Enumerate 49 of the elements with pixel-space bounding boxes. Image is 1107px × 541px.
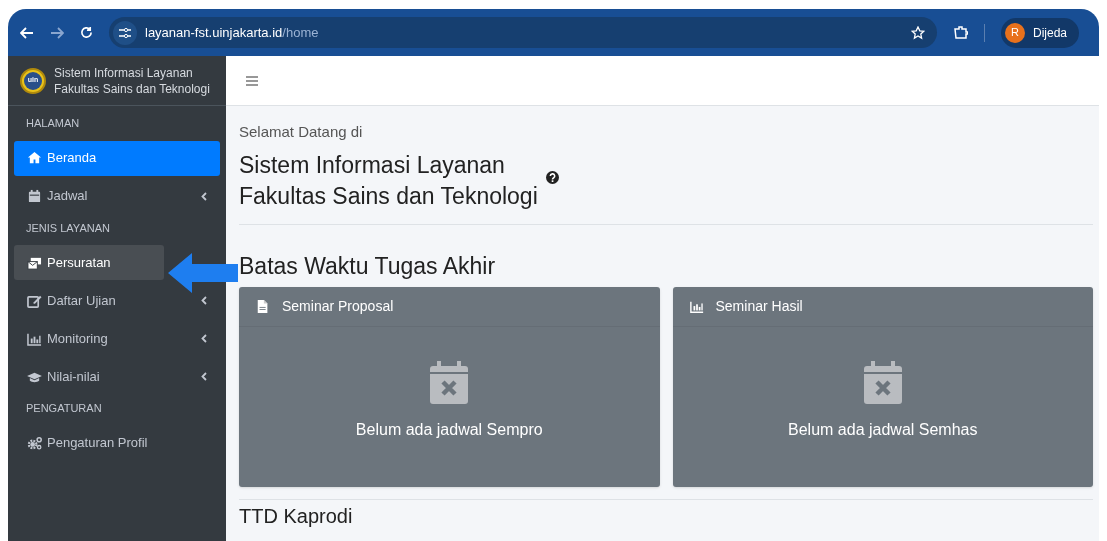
bar-chart-icon	[27, 331, 42, 346]
profile-avatar: R	[1004, 22, 1025, 43]
site-settings-icon[interactable]	[113, 20, 137, 45]
sidebar-item[interactable]: Jadwal	[14, 178, 220, 214]
calendar-x-icon	[430, 360, 469, 404]
empty-message: Belum ada jadwal Sempro	[355, 419, 543, 440]
url-text: layanan-fst.uinjakarta.id/home	[145, 23, 319, 42]
sidebar-item[interactable]: Daftar Ujian	[14, 283, 220, 318]
edit-icon	[27, 293, 42, 308]
sidebar-item[interactable]: Pengaturan Profil	[14, 425, 164, 461]
calendar-x-icon	[863, 360, 902, 404]
forward-icon[interactable]	[50, 25, 64, 40]
sidebar-item[interactable]: Persuratan	[14, 245, 164, 280]
page-title: Sistem Informasi Layanan	[239, 150, 506, 180]
back-icon[interactable]	[20, 25, 34, 40]
sidebar-item[interactable]: Beranda	[14, 140, 220, 176]
document-icon	[256, 299, 270, 314]
section-heading: TTD Kaprodi	[239, 504, 354, 528]
page-title: Fakultas Sains dan Teknologi	[239, 181, 538, 211]
house-icon	[27, 151, 42, 165]
brand-title: Sistem Informasi Layanan	[54, 64, 194, 81]
chevron-left-icon	[201, 372, 207, 381]
address-bar[interactable]: layanan-fst.uinjakarta.id/home	[109, 17, 937, 48]
empty-message: Belum ada jadwal Semhas	[788, 419, 978, 440]
sidebar-item[interactable]: Monitoring	[14, 321, 220, 356]
profile-name: Dijeda	[1032, 24, 1067, 42]
card-title: Seminar Proposal	[282, 297, 394, 316]
sidebar-section-header: HALAMAN	[25, 116, 81, 131]
help-icon[interactable]	[545, 170, 559, 184]
bookmark-star-icon[interactable]	[910, 25, 925, 40]
section-heading: Batas Waktu Tugas Akhir	[239, 251, 497, 281]
gears-icon	[27, 436, 42, 450]
brand-subtitle: Fakultas Sains dan Teknologi	[54, 80, 210, 97]
sidebar-section-header: PENGATURAN	[25, 401, 103, 416]
welcome-text: Selamat Datang di	[239, 122, 364, 142]
puzzle-icon[interactable]	[952, 25, 968, 40]
sidebar-section-header: JENIS LAYANAN	[25, 220, 111, 236]
chevron-left-icon	[201, 296, 207, 305]
calendar-icon	[27, 189, 42, 203]
chevron-left-icon	[201, 334, 207, 343]
menu-icon[interactable]	[246, 75, 258, 86]
bar-chart-icon	[689, 299, 704, 314]
profile-chip[interactable]: R Dijeda	[1000, 17, 1079, 48]
mail-stack-icon	[27, 255, 42, 270]
chevron-left-icon	[201, 191, 207, 201]
sidebar-item[interactable]: Nilai-nilai	[14, 359, 220, 394]
card-title: Seminar Hasil	[715, 297, 803, 316]
reload-icon[interactable]	[80, 26, 93, 39]
arrow-annotation	[168, 253, 238, 293]
